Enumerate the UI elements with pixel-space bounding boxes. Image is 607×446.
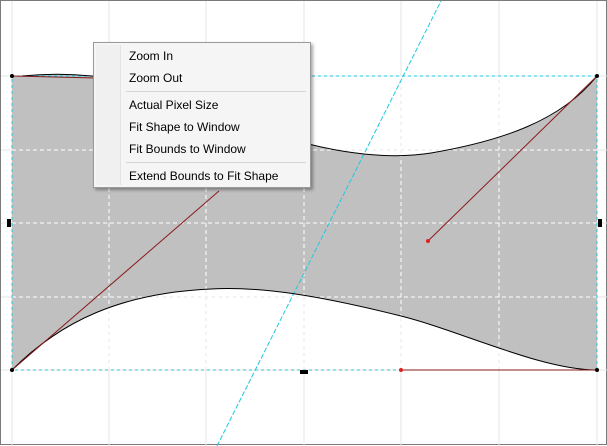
menu-item-actual-pixel-size[interactable]: Actual Pixel Size [94, 94, 310, 116]
anchor-point[interactable] [10, 368, 14, 372]
resize-handle-right[interactable] [598, 219, 602, 227]
menu-item-zoom-out[interactable]: Zoom Out [94, 67, 310, 89]
menu-separator [126, 91, 306, 92]
tangent-control-point[interactable] [426, 239, 430, 243]
resize-handle-left[interactable] [7, 219, 11, 227]
tangent-control-point[interactable] [399, 368, 403, 372]
context-menu: Zoom In Zoom Out Actual Pixel Size Fit S… [93, 42, 311, 188]
anchor-point[interactable] [595, 74, 599, 78]
resize-handle-bottom[interactable] [300, 370, 308, 374]
menu-separator [126, 162, 306, 163]
menu-item-fit-bounds-to-window[interactable]: Fit Bounds to Window [94, 138, 310, 160]
anchor-point[interactable] [595, 368, 599, 372]
menu-item-fit-shape-to-window[interactable]: Fit Shape to Window [94, 116, 310, 138]
menu-item-extend-bounds-to-fit-shape[interactable]: Extend Bounds to Fit Shape [94, 165, 310, 187]
menu-item-zoom-in[interactable]: Zoom In [94, 45, 310, 67]
anchor-point[interactable] [10, 74, 14, 78]
